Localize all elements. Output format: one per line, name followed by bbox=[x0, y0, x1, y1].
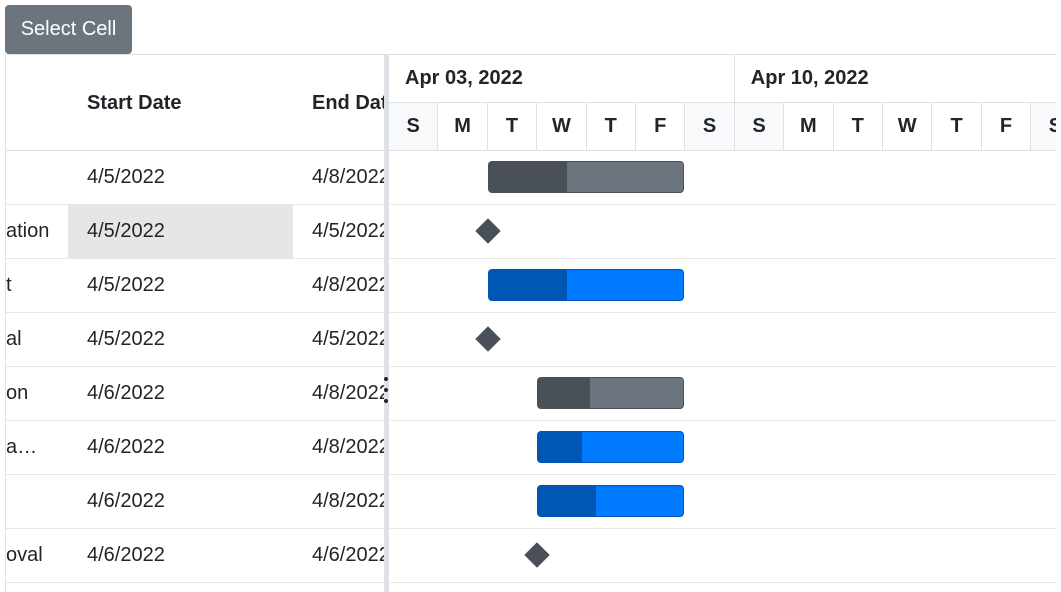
table-row[interactable]: oval 4/6/2022 4/6/2022 bbox=[6, 529, 384, 583]
timeline-row bbox=[389, 421, 1056, 475]
start-date-cell[interactable]: 4/6/2022 bbox=[68, 421, 293, 474]
week-header: Apr 03, 2022 bbox=[389, 55, 735, 103]
day-header: T bbox=[932, 103, 982, 151]
start-date-cell[interactable]: 4/6/2022 bbox=[68, 529, 293, 582]
timeline-row bbox=[389, 151, 1056, 205]
end-date-cell[interactable]: 4/8/2022 bbox=[293, 367, 384, 420]
summary-task-bar[interactable] bbox=[537, 377, 685, 409]
start-date-cell[interactable]: 4/5/2022 bbox=[68, 313, 293, 366]
milestone-marker[interactable] bbox=[475, 326, 501, 352]
timeline-row bbox=[389, 313, 1056, 367]
day-header: F bbox=[636, 103, 686, 151]
timeline-row bbox=[389, 475, 1056, 529]
day-header: M bbox=[784, 103, 834, 151]
end-date-cell[interactable]: 4/5/2022 bbox=[293, 205, 384, 258]
task-bar[interactable] bbox=[537, 485, 685, 517]
day-header: S bbox=[734, 103, 785, 151]
timeline-row bbox=[389, 529, 1056, 583]
milestone-marker[interactable] bbox=[524, 542, 550, 568]
task-name-cell[interactable]: on bbox=[6, 367, 68, 420]
start-date-cell[interactable]: 4/6/2022 bbox=[68, 367, 293, 420]
day-header: S bbox=[389, 103, 439, 151]
task-bar[interactable] bbox=[487, 269, 685, 301]
grid-header: Start Date End Date bbox=[6, 55, 384, 151]
end-date-cell[interactable]: 4/6/2022 bbox=[293, 529, 384, 582]
start-date-cell[interactable]: 4/5/2022 bbox=[68, 259, 293, 312]
task-name-cell[interactable]: al bbox=[6, 313, 68, 366]
timeline-row bbox=[389, 367, 1056, 421]
timeline-row bbox=[389, 205, 1056, 259]
week-header: Apr 10, 2022 bbox=[734, 55, 1056, 103]
table-row[interactable]: on 4/6/2022 4/8/2022 bbox=[6, 367, 384, 421]
day-header: T bbox=[487, 103, 538, 151]
column-header-start-date[interactable]: Start Date bbox=[87, 55, 293, 151]
end-date-cell[interactable]: 4/8/2022 bbox=[293, 421, 384, 474]
task-progress bbox=[488, 270, 567, 300]
task-progress bbox=[538, 486, 597, 516]
start-date-cell[interactable]: 4/5/2022 bbox=[68, 151, 293, 204]
day-header: S bbox=[1031, 103, 1056, 151]
task-progress bbox=[538, 432, 582, 462]
task-name-cell[interactable]: t bbox=[6, 259, 68, 312]
day-header: T bbox=[586, 103, 636, 151]
end-date-cell[interactable]: 4/8/2022 bbox=[293, 259, 384, 312]
gantt-chart: Start Date End Date 4/5/20224/8/2022atio… bbox=[5, 54, 1056, 592]
end-date-cell[interactable]: 4/5/2022 bbox=[293, 313, 384, 366]
start-date-cell[interactable]: 4/6/2022 bbox=[68, 475, 293, 528]
end-date-cell[interactable]: 4/8/2022 bbox=[293, 475, 384, 528]
summary-task-bar[interactable] bbox=[487, 161, 685, 193]
table-row[interactable]: al 4/5/2022 4/5/2022 bbox=[6, 313, 384, 367]
task-name-cell[interactable] bbox=[6, 475, 68, 528]
day-header: S bbox=[685, 103, 735, 151]
task-name-cell[interactable]: ation bbox=[6, 205, 68, 258]
task-name-cell[interactable]: oval bbox=[6, 529, 68, 582]
task-bar[interactable] bbox=[537, 431, 685, 463]
day-header: T bbox=[833, 103, 883, 151]
task-progress bbox=[538, 378, 591, 408]
task-grid: Start Date End Date 4/5/20224/8/2022atio… bbox=[6, 55, 384, 592]
day-header: F bbox=[981, 103, 1032, 151]
end-date-cell[interactable]: 4/8/2022 bbox=[293, 151, 384, 204]
start-date-cell[interactable]: 4/5/2022 bbox=[68, 205, 293, 258]
task-progress bbox=[488, 162, 567, 192]
table-row[interactable]: a… 4/6/2022 4/8/2022 bbox=[6, 421, 384, 475]
table-row[interactable]: t 4/5/2022 4/8/2022 bbox=[6, 259, 384, 313]
task-name-cell[interactable] bbox=[6, 151, 68, 204]
milestone-marker[interactable] bbox=[475, 218, 501, 244]
table-row[interactable]: ation 4/5/2022 4/5/2022 bbox=[6, 205, 384, 259]
day-header: W bbox=[883, 103, 933, 151]
table-row[interactable]: 4/6/2022 4/8/2022 bbox=[6, 475, 384, 529]
timeline-chart: Apr 03, 2022Apr 10, 2022SMTWTFSSMTWTFS bbox=[389, 55, 1056, 592]
day-header: W bbox=[537, 103, 587, 151]
column-header-end-date[interactable]: End Date bbox=[312, 55, 384, 151]
table-row[interactable]: 4/5/2022 4/8/2022 bbox=[6, 151, 384, 205]
select-cell-button[interactable]: Select Cell bbox=[5, 5, 132, 54]
timeline-row bbox=[389, 259, 1056, 313]
task-name-cell[interactable]: a… bbox=[6, 421, 68, 474]
day-header: M bbox=[438, 103, 488, 151]
